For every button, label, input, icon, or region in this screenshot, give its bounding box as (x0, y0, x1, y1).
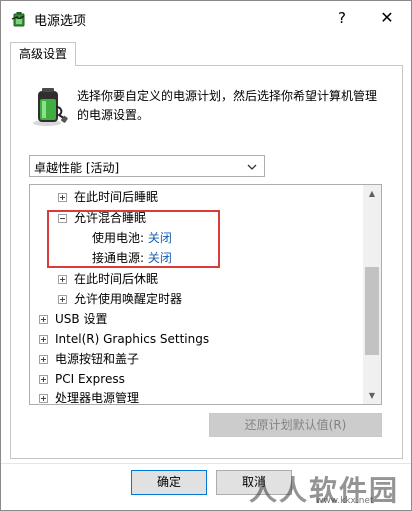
plan-description: 选择你要自定义的电源计划，然后选择你希望计算机管理的电源设置。 (77, 89, 378, 122)
scroll-thumb[interactable] (365, 267, 379, 355)
expand-icon[interactable] (39, 355, 48, 364)
annotation-highlight-box (47, 210, 220, 268)
expand-icon[interactable] (39, 394, 48, 403)
close-button[interactable]: ✕ (370, 3, 404, 33)
expand-icon[interactable] (39, 315, 48, 324)
watermark-url: www.kkx.net (316, 496, 374, 506)
site-watermark: 人人软件园 www.kkx.net (201, 465, 411, 510)
expand-icon[interactable] (39, 335, 48, 344)
help-button[interactable]: ? (328, 3, 356, 33)
expand-icon[interactable] (58, 193, 67, 202)
window-title: 电源选项 (34, 14, 87, 29)
battery-icon (33, 88, 68, 126)
restore-defaults-button[interactable]: 还原计划默认值(R) (209, 413, 382, 437)
power-plan-selected: 卓越性能 [活动] (34, 161, 120, 175)
scroll-up-icon[interactable]: ▲ (363, 185, 381, 202)
footer-divider (1, 463, 411, 464)
power-options-dialog: 电源选项 ? ✕ 高级设置 选择你要自定义的电源计划，然后选择你希望计算机管理的… (0, 0, 412, 511)
ok-button[interactable]: 确定 (131, 470, 207, 495)
expand-icon[interactable] (58, 295, 67, 304)
expand-icon[interactable] (39, 375, 48, 384)
title-bar: 电源选项 ? ✕ (1, 1, 411, 35)
tree-scrollbar[interactable]: ▲ ▼ (363, 185, 381, 404)
expand-icon[interactable] (58, 275, 67, 284)
scroll-down-icon[interactable]: ▼ (363, 387, 381, 404)
tab-advanced-settings[interactable]: 高级设置 (10, 42, 76, 66)
chevron-down-icon (247, 164, 257, 170)
power-options-icon (11, 12, 25, 27)
power-plan-dropdown[interactable]: 卓越性能 [活动] (29, 155, 265, 177)
